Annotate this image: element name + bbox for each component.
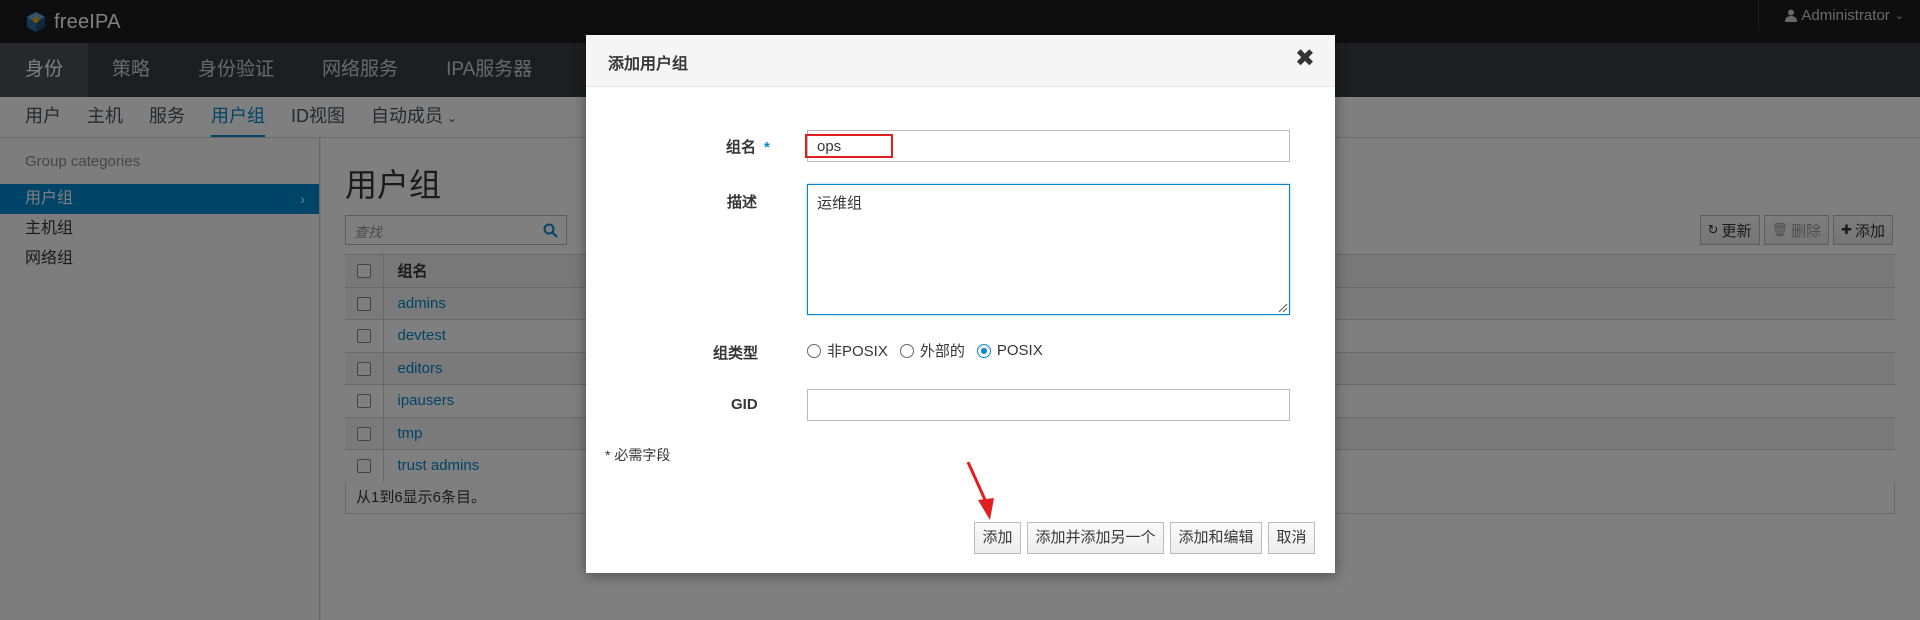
description-value: 运维组 — [817, 195, 863, 212]
gid-label: GID — [731, 396, 758, 413]
group-name-label: 组名 * — [726, 136, 770, 157]
radio-button[interactable] — [807, 343, 821, 358]
radio-label: 非POSIX — [827, 343, 888, 360]
radio-label: 外部的 — [919, 343, 965, 360]
radio-external[interactable]: 外部的 — [899, 340, 965, 361]
required-fields-note: * 必需字段 — [605, 447, 671, 463]
group-type-radio-group: 非POSIX 外部的 POSIX — [807, 340, 1055, 361]
gid-input[interactable] — [807, 389, 1290, 421]
add-and-edit-button[interactable]: 添加和编辑 — [1170, 522, 1262, 554]
resize-handle-icon[interactable] — [1277, 302, 1287, 312]
description-label: 描述 — [727, 194, 758, 211]
dialog-title: 添加用户组 — [608, 56, 689, 73]
radio-posix[interactable]: POSIX — [976, 342, 1043, 359]
radio-button-selected[interactable] — [976, 343, 991, 358]
description-textarea[interactable]: 运维组 — [807, 184, 1290, 315]
radio-button[interactable] — [899, 343, 914, 358]
group-name-label-text: 组名 — [726, 139, 757, 156]
required-marker: * — [764, 139, 770, 156]
add-and-add-another-button[interactable]: 添加并添加另一个 — [1027, 522, 1164, 554]
dialog-header: 添加用户组 ✖ — [586, 35, 1335, 87]
radio-label: POSIX — [996, 342, 1043, 359]
close-icon[interactable]: ✖ — [1295, 47, 1315, 71]
highlight-box — [805, 134, 893, 158]
cancel-button[interactable]: 取消 — [1268, 522, 1315, 554]
group-type-label: 组类型 — [713, 345, 759, 362]
red-arrow-annotation-icon — [966, 462, 994, 520]
add-button-dialog[interactable]: 添加 — [974, 522, 1021, 554]
radio-non-posix[interactable]: 非POSIX — [807, 340, 888, 361]
